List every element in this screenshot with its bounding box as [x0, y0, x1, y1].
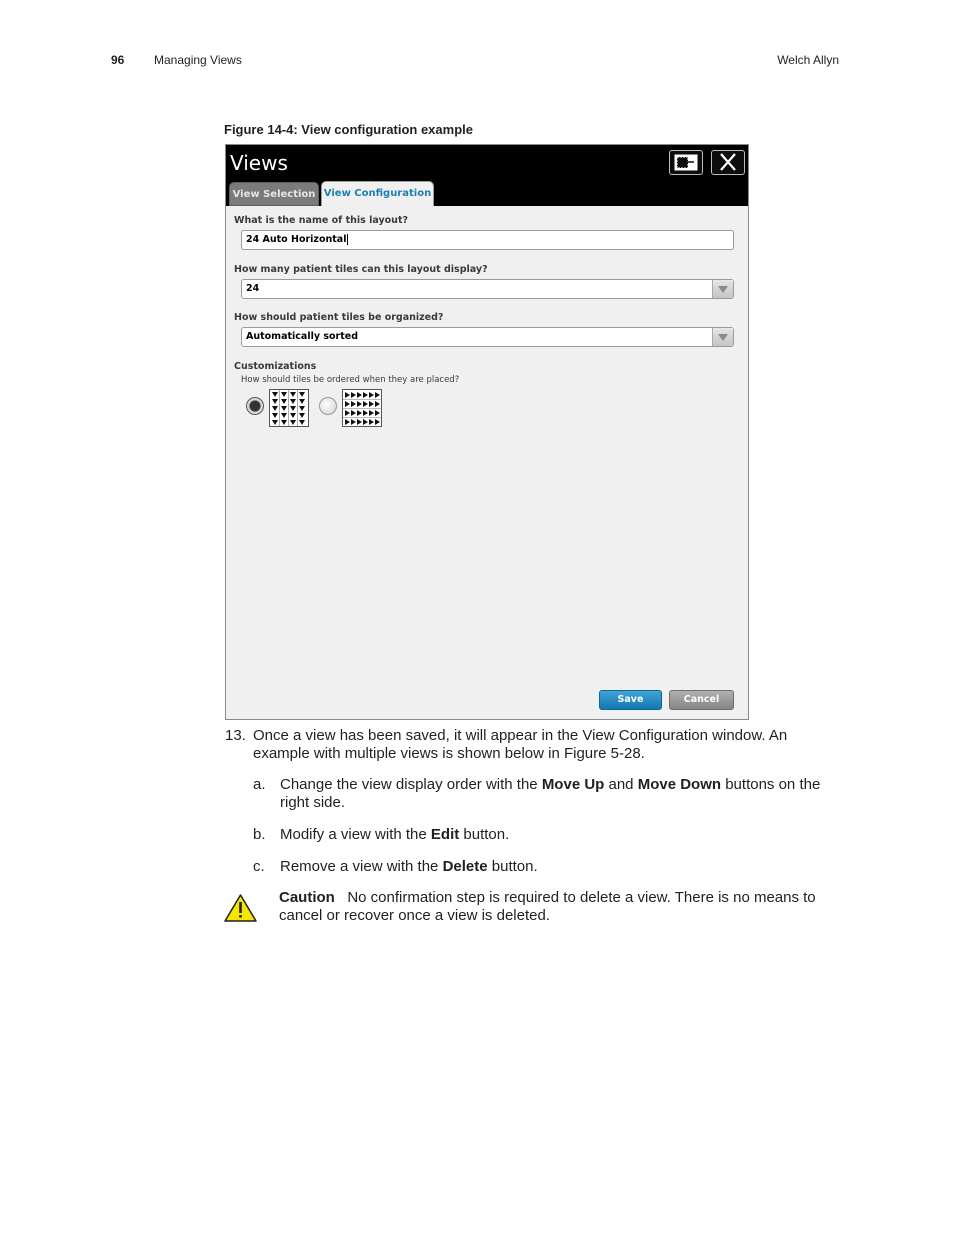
- layout-name-label: What is the name of this layout?: [234, 215, 408, 226]
- organize-label: How should patient tiles be organized?: [234, 312, 444, 323]
- step-13-text: Once a view has been saved, it will appe…: [253, 727, 788, 762]
- substep-a-letter: a.: [253, 776, 266, 793]
- brand-name: Welch Allyn: [777, 53, 839, 67]
- caution-text: No confirmation step is required to dele…: [279, 889, 816, 924]
- chevron-down-icon: [712, 280, 733, 298]
- substep-b-text: Modify a view with the Edit button.: [280, 826, 510, 843]
- views-window-screenshot: Views View Selection View Configuration …: [225, 144, 749, 720]
- organize-select[interactable]: Automatically sorted: [241, 327, 734, 347]
- window-title: Views: [230, 151, 288, 175]
- tab-view-configuration[interactable]: View Configuration: [321, 181, 434, 206]
- horizontal-order-radio[interactable]: [319, 397, 337, 415]
- cancel-button[interactable]: Cancel: [669, 690, 734, 710]
- order-question: How should tiles be ordered when they ar…: [241, 375, 460, 385]
- tab-view-selection[interactable]: View Selection: [229, 182, 319, 206]
- text-cursor: [347, 234, 349, 245]
- substep-c-letter: c.: [253, 858, 265, 875]
- caution-label: Caution: [279, 889, 335, 906]
- window-titlebar: Views View Selection View Configuration: [226, 145, 748, 206]
- substep-b-letter: b.: [253, 826, 266, 843]
- caution-note: Caution No confirmation step is required…: [279, 889, 844, 925]
- chevron-down-icon: [712, 328, 733, 346]
- page-number: 96: [111, 53, 125, 67]
- close-button[interactable]: [711, 150, 745, 175]
- customizations-heading: Customizations: [234, 361, 317, 372]
- tiles-count-select[interactable]: 24: [241, 279, 734, 299]
- tiles-count-value: 24: [246, 283, 260, 294]
- vertical-order-icon: [269, 389, 309, 427]
- vertical-order-radio[interactable]: [246, 397, 264, 415]
- tiles-count-label: How many patient tiles can this layout d…: [234, 264, 488, 275]
- layout-name-input[interactable]: 24 Auto Horizontal: [241, 230, 734, 250]
- substep-c-text: Remove a view with the Delete button.: [280, 858, 538, 875]
- organize-value: Automatically sorted: [246, 331, 358, 342]
- undock-button[interactable]: [669, 150, 703, 175]
- close-icon: [720, 153, 736, 171]
- save-button[interactable]: Save: [599, 690, 662, 710]
- step-13-number: 13.: [225, 727, 246, 744]
- layout-name-value: 24 Auto Horizontal: [246, 234, 347, 245]
- substep-a-text: Change the view display order with the M…: [280, 776, 821, 811]
- undock-icon: [674, 154, 698, 171]
- section-title: Managing Views: [154, 53, 242, 67]
- horizontal-order-icon: [342, 389, 382, 427]
- caution-icon: [224, 894, 257, 922]
- figure-caption: Figure 14-4: View configuration example: [224, 122, 473, 137]
